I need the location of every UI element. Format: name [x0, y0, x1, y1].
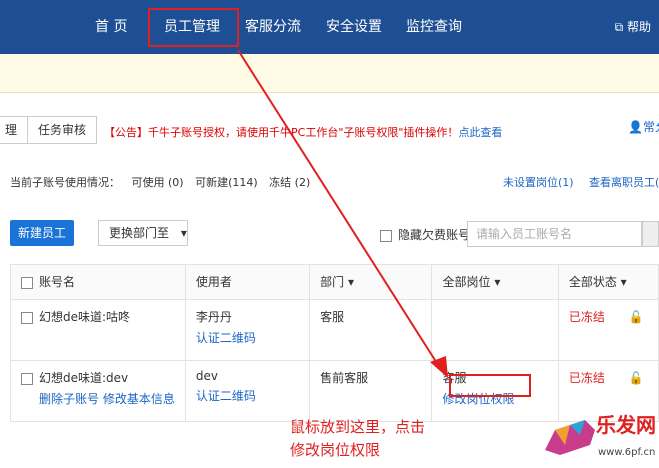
watermark-logo: 乐发网 www.6pf.cn [540, 405, 659, 468]
bull-icon [545, 420, 595, 455]
watermark-url: www.6pf.cn [598, 447, 656, 458]
annotation-note: 鼠标放到这里，点击 修改岗位权限 [290, 416, 425, 462]
watermark-brand: 乐发网 [596, 413, 656, 437]
annotation-arrow [237, 49, 448, 378]
annotation-line-2: 修改岗位权限 [290, 441, 381, 459]
annotation-line-1: 鼠标放到这里，点击 [290, 418, 426, 436]
